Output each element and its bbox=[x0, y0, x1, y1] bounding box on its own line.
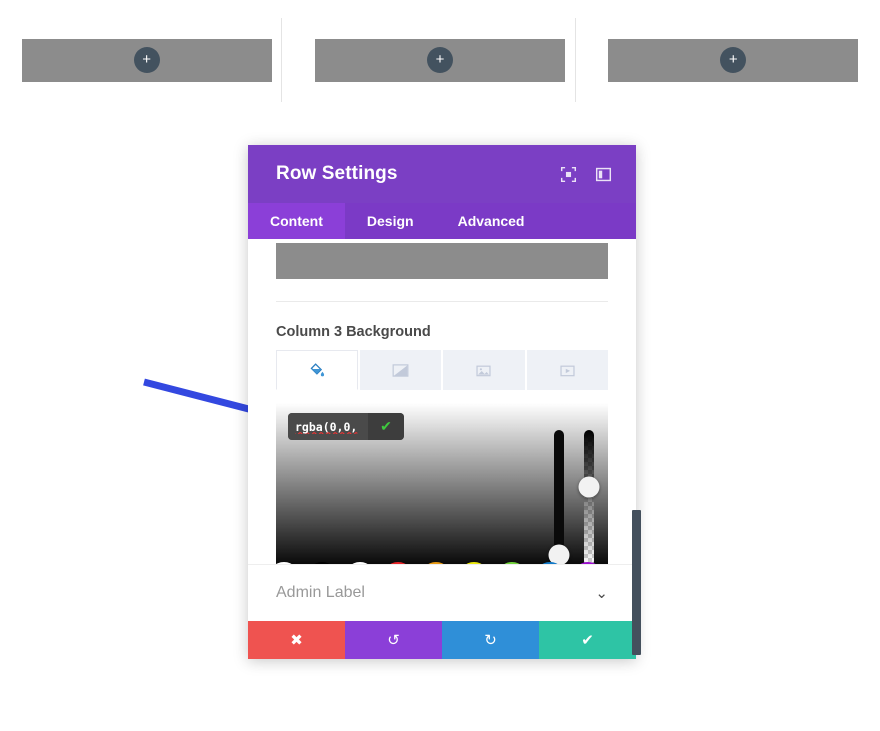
check-icon: ✔ bbox=[380, 418, 392, 434]
page-title: Row Settings bbox=[276, 163, 398, 184]
cancel-button[interactable]: ✖ bbox=[248, 621, 345, 659]
color-value-input[interactable] bbox=[288, 413, 368, 440]
column-placeholder: + bbox=[21, 38, 272, 82]
background-image-tab[interactable] bbox=[443, 350, 525, 390]
paint-bucket-icon bbox=[310, 362, 325, 376]
add-module-button-3[interactable]: + bbox=[720, 47, 747, 73]
modal-header: Row Settings bbox=[248, 145, 636, 203]
undo-icon: ↺ bbox=[387, 632, 400, 649]
color-confirm-button[interactable]: ✔ bbox=[368, 413, 404, 440]
layout-panel-icon[interactable] bbox=[595, 166, 612, 183]
plus-icon: + bbox=[142, 50, 152, 68]
background-gradient-tab[interactable] bbox=[359, 350, 441, 390]
column-placeholder: + bbox=[608, 38, 859, 82]
modal-body: Column 3 Background rgba(0,0, ✔ Admin La… bbox=[248, 239, 636, 621]
builder-column-2: + bbox=[281, 0, 586, 120]
color-value-input-group: ✔ bbox=[288, 413, 404, 440]
redo-button[interactable]: ↻ bbox=[442, 621, 539, 659]
gradient-icon bbox=[392, 363, 409, 377]
video-icon bbox=[560, 365, 575, 376]
chevron-down-icon[interactable]: ⌄ bbox=[595, 584, 608, 602]
column-background-label: Column 3 Background bbox=[276, 324, 431, 340]
admin-label-title: Admin Label bbox=[276, 584, 365, 601]
tab-design[interactable]: Design bbox=[345, 203, 436, 239]
redo-icon: ↻ bbox=[484, 632, 497, 649]
background-type-tabs bbox=[276, 350, 608, 390]
row-settings-modal: Row Settings Content Design Advanced Col… bbox=[248, 145, 641, 659]
add-module-button-1[interactable]: + bbox=[133, 47, 160, 73]
modal-scrollbar[interactable] bbox=[632, 510, 641, 655]
column-preview-block bbox=[276, 243, 608, 279]
admin-label-section[interactable]: Admin Label ⌄ bbox=[248, 564, 636, 621]
settings-scroll-area: Column 3 Background rgba(0,0, ✔ bbox=[248, 243, 636, 598]
undo-button[interactable]: ↺ bbox=[345, 621, 442, 659]
tab-content[interactable]: Content bbox=[248, 203, 345, 239]
modal-footer: ✖ ↺ ↻ ✔ bbox=[248, 621, 636, 659]
expand-view-icon[interactable] bbox=[560, 166, 577, 183]
hue-slider[interactable] bbox=[548, 430, 570, 566]
alpha-slider-handle[interactable] bbox=[578, 476, 600, 498]
alpha-slider[interactable] bbox=[578, 430, 600, 566]
modal-tab-bar: Content Design Advanced bbox=[248, 203, 636, 239]
check-icon: ✔ bbox=[581, 632, 594, 649]
background-color-tab[interactable] bbox=[276, 350, 358, 390]
section-divider bbox=[276, 301, 608, 302]
background-video-tab[interactable] bbox=[526, 350, 608, 390]
save-button[interactable]: ✔ bbox=[539, 621, 636, 659]
column-placeholder: + bbox=[314, 38, 565, 82]
builder-column-1: + bbox=[0, 0, 293, 120]
plus-icon: + bbox=[435, 50, 445, 68]
page-root: + + + Row Settings Content Design Advanc… bbox=[0, 0, 880, 731]
tab-advanced[interactable]: Advanced bbox=[436, 203, 547, 239]
add-module-button-2[interactable]: + bbox=[426, 47, 453, 73]
image-icon bbox=[476, 365, 491, 376]
close-icon: ✖ bbox=[290, 632, 303, 649]
builder-row: + + + bbox=[0, 0, 880, 120]
builder-column-3: + bbox=[574, 0, 880, 120]
header-icon-group bbox=[560, 166, 612, 183]
plus-icon: + bbox=[728, 50, 738, 68]
